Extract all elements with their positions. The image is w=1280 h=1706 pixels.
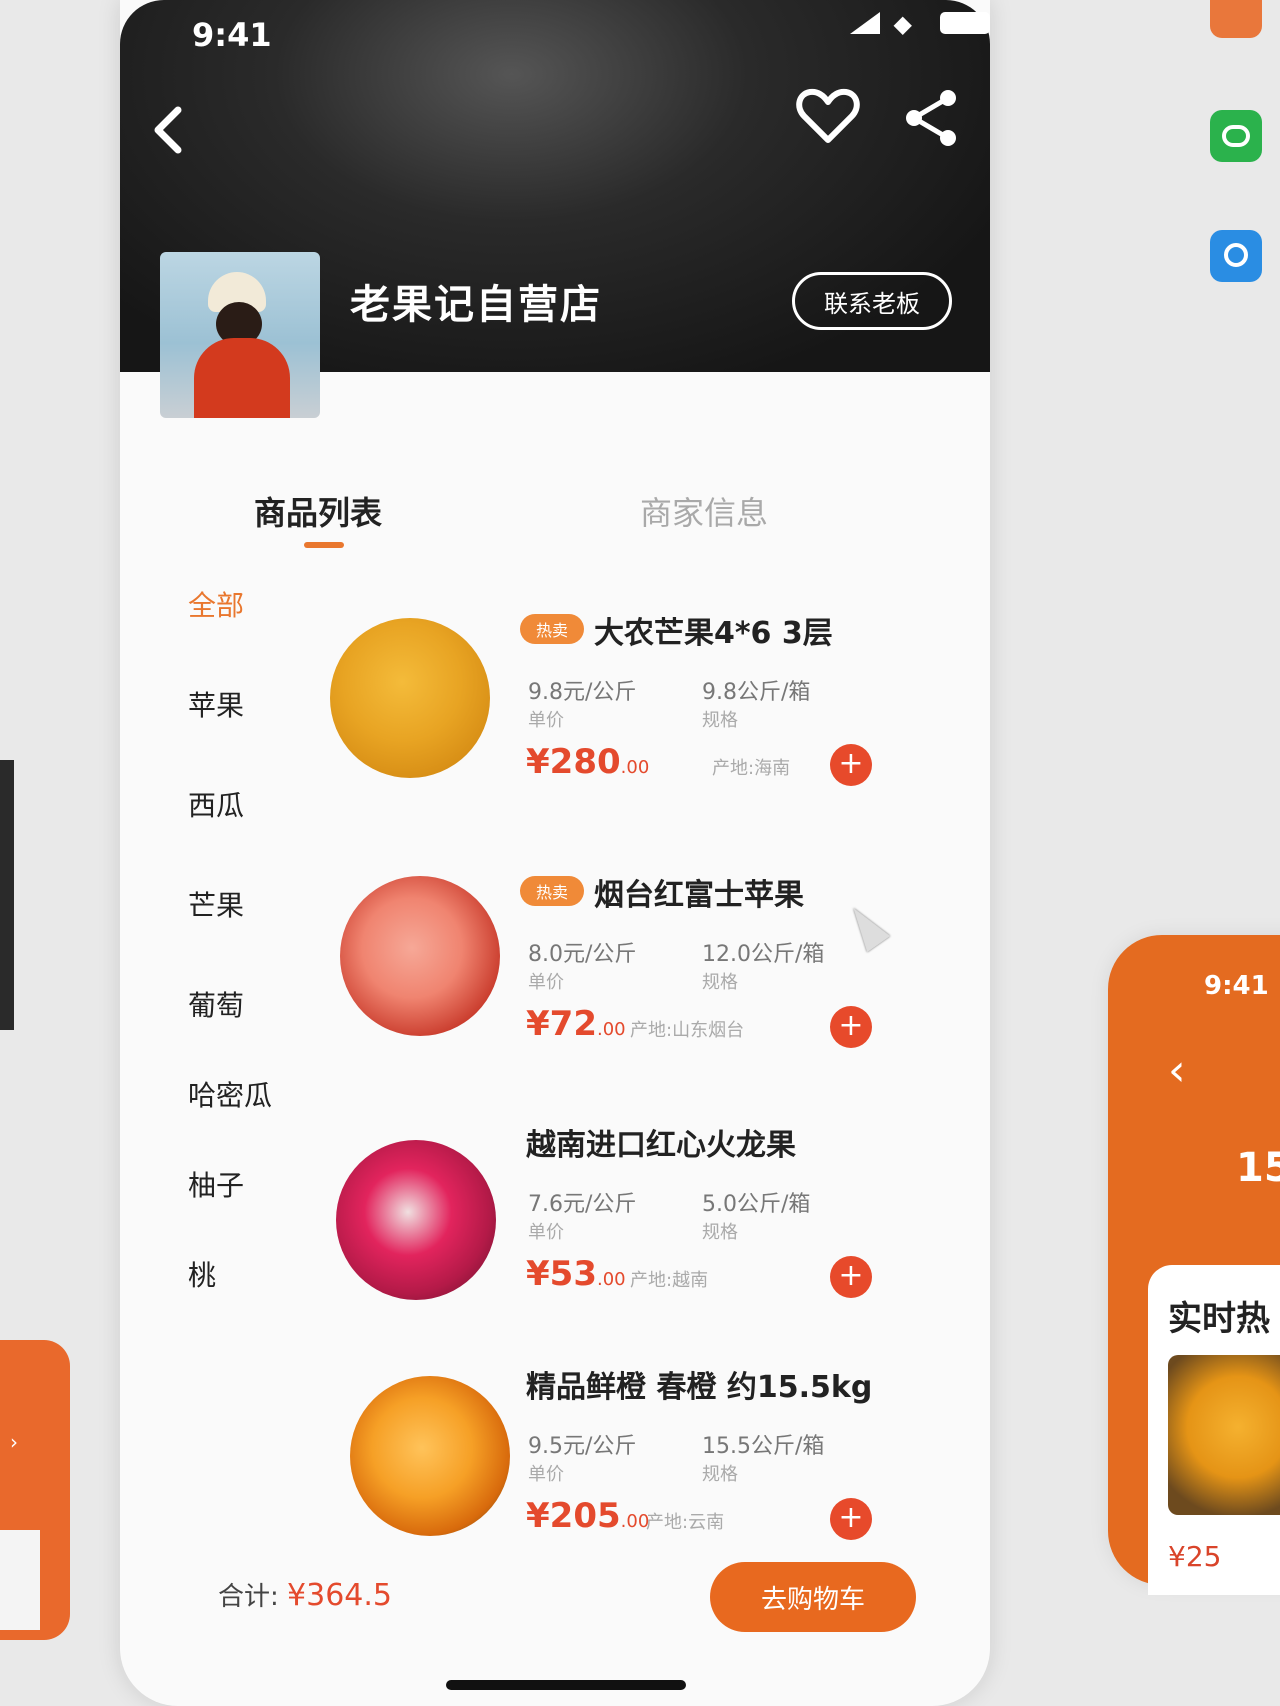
add-to-cart-button[interactable]: + <box>830 1006 872 1048</box>
go-to-cart-button[interactable]: 去购物车 <box>710 1562 916 1632</box>
category-grape[interactable]: 葡萄 <box>188 984 244 1024</box>
add-to-cart-button[interactable]: + <box>830 1498 872 1540</box>
product-spec-label: 规格 <box>702 1222 738 1243</box>
product-name: 大农芒果4*6 3层 <box>594 616 833 651</box>
category-peach[interactable]: 桃 <box>188 1254 216 1294</box>
signal-icon <box>850 12 880 34</box>
add-to-cart-button[interactable]: + <box>830 744 872 786</box>
back-button[interactable] <box>148 104 188 165</box>
side-preview-price: ¥25 <box>1168 1540 1222 1573</box>
add-to-cart-button[interactable]: + <box>830 1256 872 1298</box>
app-icon-orange[interactable] <box>1210 0 1262 38</box>
store-avatar[interactable] <box>160 252 320 418</box>
battery-icon <box>940 12 990 34</box>
product-card[interactable]: 热卖 大农芒果4*6 3层 9.8元/公斤 9.8公斤/箱 单价 规格 ¥280… <box>330 608 990 808</box>
cart-total-label: 合计: <box>218 1582 279 1612</box>
product-spec-label: 规格 <box>702 972 738 993</box>
tab-product-list[interactable]: 商品列表 <box>254 488 382 534</box>
product-unit-price: 7.6元/公斤 <box>528 1192 637 1217</box>
side-preview-number: 15 <box>1236 1145 1280 1191</box>
product-spec: 5.0公斤/箱 <box>702 1192 811 1217</box>
product-tag: 热卖 <box>520 614 584 644</box>
plus-icon: + <box>838 1500 864 1535</box>
favorite-button[interactable] <box>796 86 860 150</box>
side-preview-image <box>1168 1355 1280 1515</box>
product-spec-label: 规格 <box>702 1464 738 1485</box>
product-name: 烟台红富士苹果 <box>594 878 804 913</box>
category-hami-melon[interactable]: 哈密瓜 <box>188 1074 272 1114</box>
product-name: 精品鲜橙 春橙 约15.5kg <box>526 1370 873 1405</box>
status-time: 9:41 <box>192 16 272 54</box>
home-indicator[interactable] <box>446 1680 686 1690</box>
product-price: ¥205.00 <box>526 1496 650 1536</box>
product-spec: 9.8公斤/箱 <box>702 680 811 705</box>
tab-merchant-info[interactable]: 商家信息 <box>640 488 768 534</box>
product-name: 越南进口红心火龙果 <box>526 1128 796 1163</box>
left-card-inner <box>0 1530 40 1630</box>
product-origin: 产地:山东烟台 <box>630 1020 745 1041</box>
background-left-card: › <box>0 1340 70 1640</box>
product-image <box>330 618 490 778</box>
product-unit-price-label: 单价 <box>528 710 564 731</box>
product-price: ¥53.00 <box>526 1254 626 1294</box>
product-card[interactable]: 越南进口红心火龙果 7.6元/公斤 5.0公斤/箱 单价 规格 ¥53.00 产… <box>330 1120 990 1320</box>
side-preview-title: 实时热 <box>1168 1299 1270 1339</box>
wechat-icon[interactable] <box>1210 110 1262 162</box>
product-price: ¥72.00 <box>526 1004 626 1044</box>
store-name: 老果记自营店 <box>350 282 602 328</box>
product-unit-price-label: 单价 <box>528 1464 564 1485</box>
product-spec: 12.0公斤/箱 <box>702 942 825 967</box>
share-icon <box>906 90 956 146</box>
tab-active-indicator <box>304 542 344 548</box>
product-origin: 产地:云南 <box>646 1512 725 1533</box>
product-tag: 热卖 <box>520 876 584 906</box>
plus-icon: + <box>838 1258 864 1293</box>
side-preview-card: 实时热 ¥25 <box>1148 1265 1280 1595</box>
side-preview-time: 9:41 <box>1204 971 1269 1001</box>
background-dark-strip <box>0 760 14 1030</box>
product-unit-price-label: 单价 <box>528 1222 564 1243</box>
category-all[interactable]: 全部 <box>188 584 244 624</box>
back-icon <box>154 106 182 154</box>
product-unit-price: 9.8元/公斤 <box>528 680 637 705</box>
plus-icon: + <box>838 1008 864 1043</box>
product-unit-price: 9.5元/公斤 <box>528 1434 637 1459</box>
product-spec-label: 规格 <box>702 710 738 731</box>
category-pomelo[interactable]: 柚子 <box>188 1164 244 1204</box>
category-apple[interactable]: 苹果 <box>188 684 244 724</box>
cart-total: 合计: ¥364.5 <box>218 1576 392 1613</box>
product-spec: 15.5公斤/箱 <box>702 1434 825 1459</box>
product-unit-price: 8.0元/公斤 <box>528 942 637 967</box>
product-origin: 产地:海南 <box>712 758 791 779</box>
side-preview-back-icon: ‹ <box>1168 1045 1186 1096</box>
product-price: ¥280.00 <box>526 742 650 782</box>
category-mango[interactable]: 芒果 <box>188 884 244 924</box>
plus-icon: + <box>838 746 864 781</box>
heart-icon <box>796 88 860 143</box>
product-card[interactable]: 精品鲜橙 春橙 约15.5kg 9.5元/公斤 15.5公斤/箱 单价 规格 ¥… <box>330 1362 990 1562</box>
product-image <box>350 1376 510 1536</box>
product-origin: 产地:越南 <box>630 1270 709 1291</box>
cart-total-value: ¥364.5 <box>287 1578 393 1613</box>
search-app-icon[interactable] <box>1210 230 1262 282</box>
product-card[interactable]: 热卖 烟台红富士苹果 8.0元/公斤 12.0公斤/箱 单价 规格 ¥72.00… <box>330 870 990 1070</box>
tab-bar: 商品列表 商家信息 <box>120 468 990 548</box>
share-button[interactable] <box>900 86 964 150</box>
contact-owner-button[interactable]: 联系老板 <box>792 272 952 330</box>
side-phone-preview: 9:41 ‹ 15 实时热 ¥25 <box>1108 935 1280 1595</box>
product-unit-price-label: 单价 <box>528 972 564 993</box>
product-image <box>340 876 500 1036</box>
wifi-icon: ◆ <box>893 10 912 38</box>
left-card-mark: › <box>10 1430 18 1454</box>
store-page: 9:41 ◆ 老果记自营店 联系老板 商品列表 商家信息 全部 苹果 西瓜 芒果… <box>120 0 990 1706</box>
product-image <box>336 1140 496 1300</box>
category-watermelon[interactable]: 西瓜 <box>188 784 244 824</box>
